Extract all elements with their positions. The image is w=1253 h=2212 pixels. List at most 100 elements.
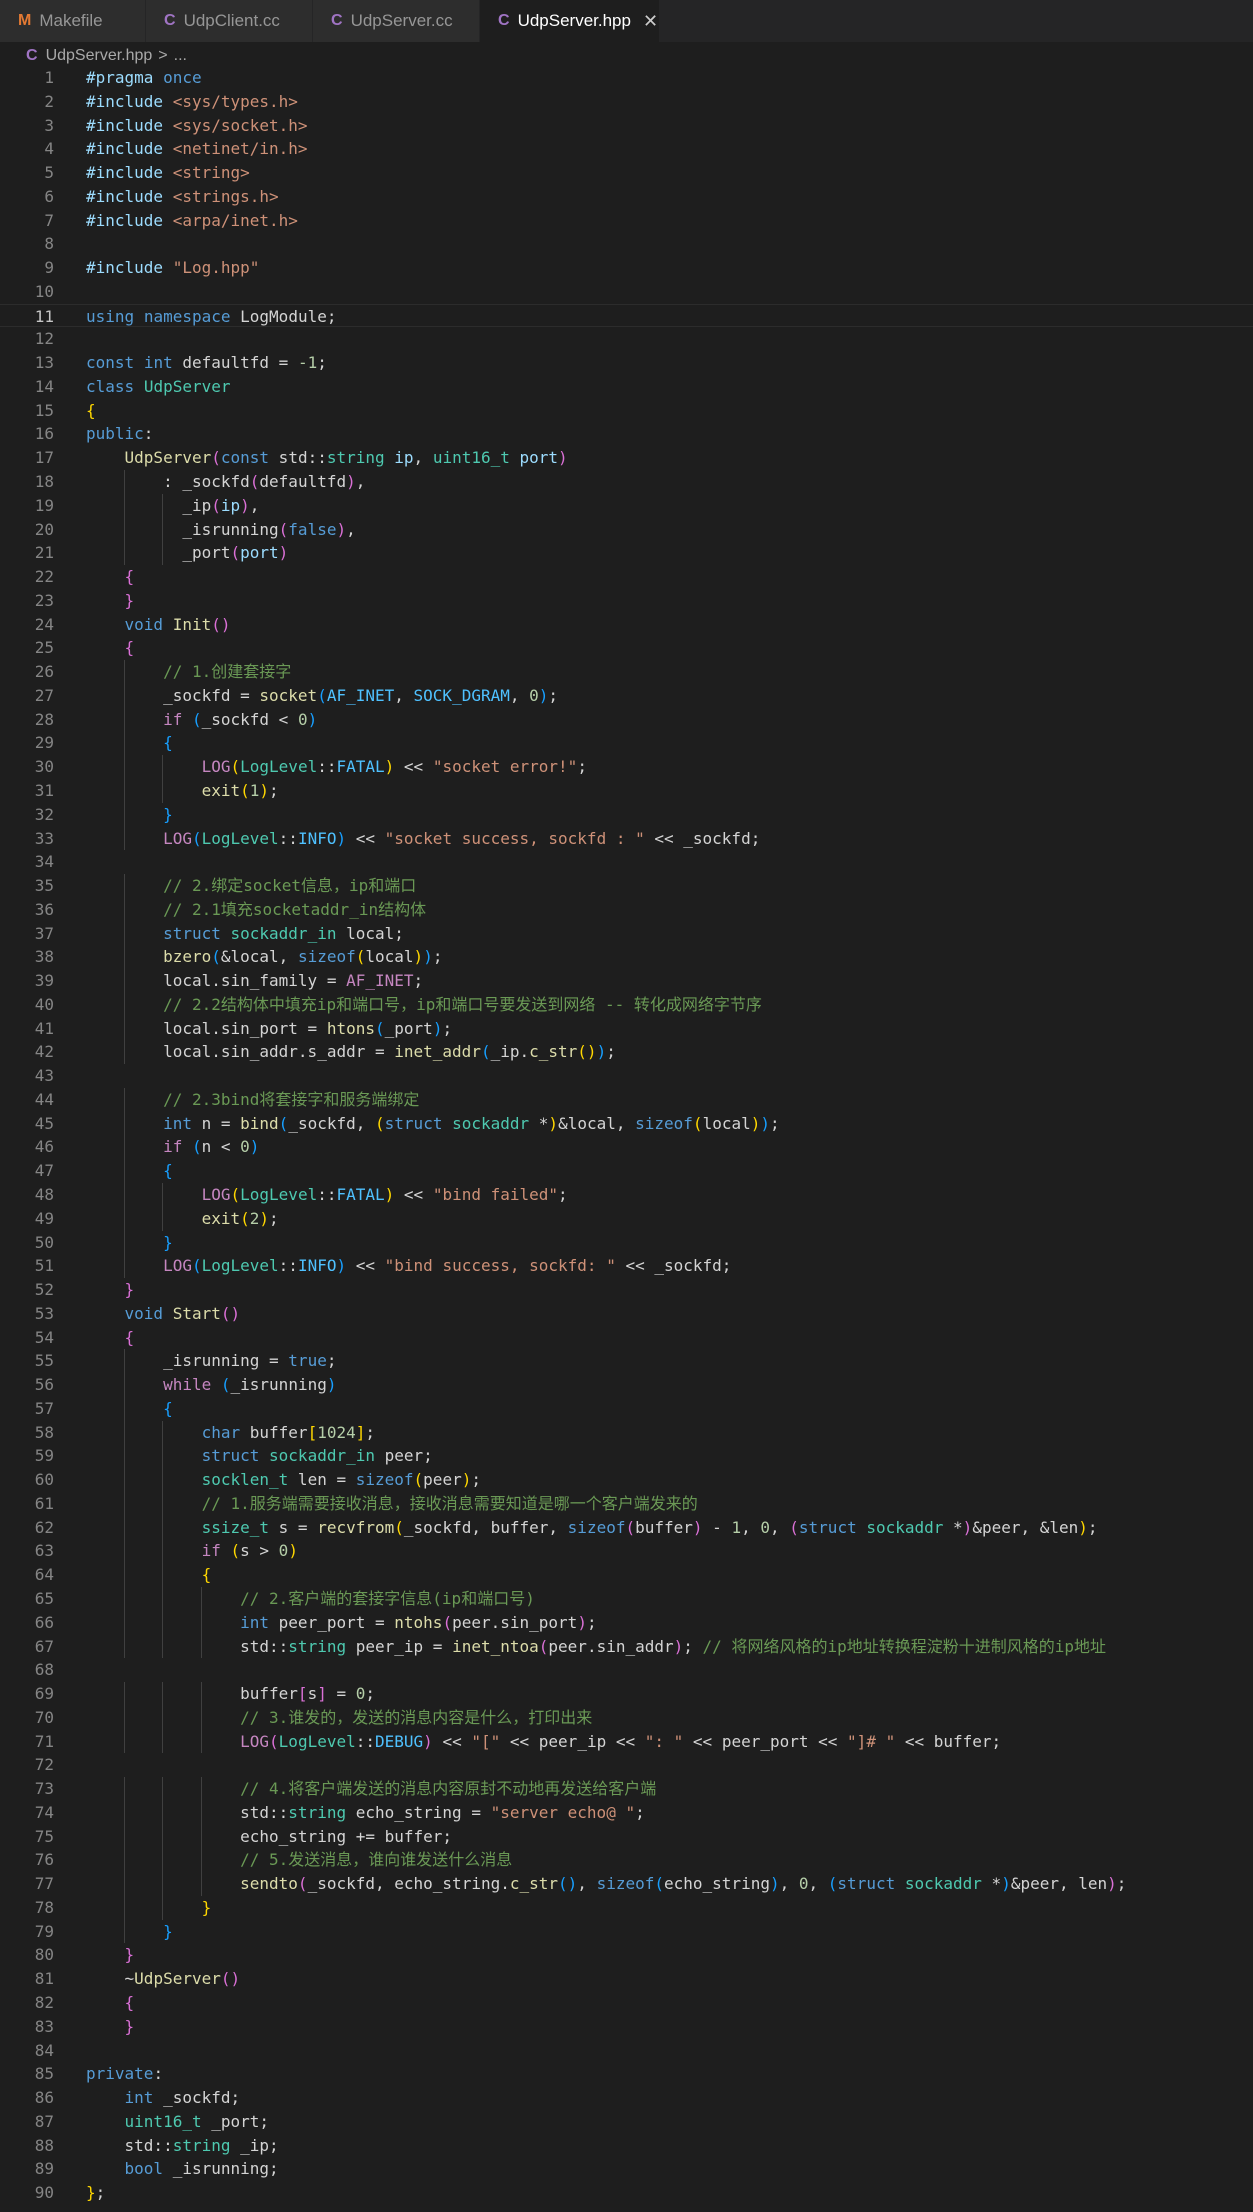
code-line[interactable]: 34 bbox=[0, 850, 1253, 874]
code-line[interactable]: 60 socklen_t len = sizeof(peer); bbox=[0, 1468, 1253, 1492]
code-line[interactable]: 33 LOG(LogLevel::INFO) << "socket succes… bbox=[0, 826, 1253, 851]
code-line[interactable]: 14 class UdpServer bbox=[0, 375, 1253, 399]
code-line[interactable]: 20 _isrunning(false), bbox=[0, 517, 1253, 542]
code-line[interactable]: 30 LOG(LogLevel::FATAL) << "socket error… bbox=[0, 755, 1253, 779]
code-line[interactable]: 10 bbox=[0, 280, 1253, 304]
breadcrumb-rest[interactable]: ... bbox=[174, 47, 187, 65]
code-line[interactable]: 62 ssize_t s = recvfrom(_sockfd, buffer,… bbox=[0, 1515, 1253, 1540]
tab-udpclient-cc[interactable]: C UdpClient.cc bbox=[146, 0, 313, 42]
code-line[interactable]: 55 _isrunning = true; bbox=[0, 1349, 1253, 1374]
code-line[interactable]: 21 _port(port) bbox=[0, 541, 1253, 566]
breadcrumb-file[interactable]: UdpServer.hpp bbox=[46, 47, 153, 65]
code-line[interactable]: 7 #include <arpa/inet.h> bbox=[0, 209, 1253, 233]
code-line[interactable]: 43 bbox=[0, 1064, 1253, 1088]
code-line[interactable]: 45 int n = bind(_sockfd, (struct sockadd… bbox=[0, 1111, 1253, 1136]
code-line[interactable]: 4 #include <netinet/in.h> bbox=[0, 137, 1253, 161]
code-line[interactable]: 16 public: bbox=[0, 422, 1253, 446]
code-line[interactable]: 1 #pragma once bbox=[0, 66, 1253, 90]
code-line[interactable]: 24 void Init() bbox=[0, 613, 1253, 637]
code-line[interactable]: 22 { bbox=[0, 565, 1253, 589]
code-line[interactable]: 80 } bbox=[0, 1943, 1253, 1967]
code-line[interactable]: 70 // 3.谁发的，发送的消息内容是什么，打印出来 bbox=[0, 1705, 1253, 1730]
code-line[interactable]: 87 uint16_t _port; bbox=[0, 2110, 1253, 2134]
code-line[interactable]: 79 } bbox=[0, 1919, 1253, 1944]
code-line[interactable]: 77 sendto(_sockfd, echo_string.c_str(), … bbox=[0, 1872, 1253, 1896]
code-line[interactable]: 83 } bbox=[0, 2015, 1253, 2039]
code-line[interactable]: 73 // 4.将客户端发送的消息内容原封不动地再发送给客户端 bbox=[0, 1777, 1253, 1801]
code-line[interactable]: 72 bbox=[0, 1753, 1253, 1777]
code-line[interactable]: 64 { bbox=[0, 1563, 1253, 1587]
code-line[interactable]: 65 // 2.客户端的套接字信息(ip和端口号) bbox=[0, 1587, 1253, 1611]
code-line[interactable]: 36 // 2.1填充socketaddr_in结构体 bbox=[0, 897, 1253, 922]
code-line[interactable]: 82 { bbox=[0, 1991, 1253, 2015]
code-line[interactable]: 6 #include <strings.h> bbox=[0, 185, 1253, 209]
code-line[interactable]: 23 } bbox=[0, 589, 1253, 613]
code-line[interactable]: 42 local.sin_addr.s_addr = inet_addr(_ip… bbox=[0, 1040, 1253, 1065]
code-line[interactable]: 74 std::string echo_string = "server ech… bbox=[0, 1800, 1253, 1825]
code-line[interactable]: 68 bbox=[0, 1658, 1253, 1682]
code-line[interactable]: 58 char buffer[1024]; bbox=[0, 1420, 1253, 1445]
code-line[interactable]: 66 int peer_port = ntohs(peer.sin_port); bbox=[0, 1610, 1253, 1635]
code-line[interactable]: 38 bzero(&local, sizeof(local)); bbox=[0, 945, 1253, 970]
code-line[interactable]: 67 std::string peer_ip = inet_ntoa(peer.… bbox=[0, 1634, 1253, 1659]
code-line[interactable]: 8 bbox=[0, 232, 1253, 256]
code-line[interactable]: 71 LOG(LogLevel::DEBUG) << "[" << peer_i… bbox=[0, 1729, 1253, 1754]
code-line[interactable]: 27 _sockfd = socket(AF_INET, SOCK_DGRAM,… bbox=[0, 683, 1253, 708]
code-line[interactable]: 49 exit(2); bbox=[0, 1206, 1253, 1231]
code-token: "[" bbox=[471, 1731, 501, 1751]
tab-udpserver-cc[interactable]: C UdpServer.cc bbox=[313, 0, 480, 42]
code-line[interactable]: 19 _ip(ip), bbox=[0, 493, 1253, 518]
code-line[interactable]: 17 UdpServer(const std::string ip, uint1… bbox=[0, 446, 1253, 470]
code-line[interactable]: 37 struct sockaddr_in local; bbox=[0, 921, 1253, 946]
code-line[interactable]: 39 local.sin_family = AF_INET; bbox=[0, 969, 1253, 993]
code-line[interactable]: 69 buffer[s] = 0; bbox=[0, 1682, 1253, 1706]
code-line[interactable]: 88 std::string _ip; bbox=[0, 2134, 1253, 2158]
code-line[interactable]: 86 int _sockfd; bbox=[0, 2086, 1253, 2110]
tab-makefile[interactable]: M Makefile bbox=[0, 0, 146, 42]
code-line[interactable]: 81 ~UdpServer() bbox=[0, 1967, 1253, 1991]
code-line[interactable]: 29 { bbox=[0, 731, 1253, 756]
code-line[interactable]: 63 if (s > 0) bbox=[0, 1539, 1253, 1564]
code-line[interactable]: 90}; bbox=[0, 2181, 1253, 2205]
code-line[interactable]: 54 { bbox=[0, 1326, 1253, 1350]
code-line[interactable]: 61 // 1.服务端需要接收消息，接收消息需要知道是哪一个客户端发来的 bbox=[0, 1491, 1253, 1516]
code-line[interactable]: 3 #include <sys/socket.h> bbox=[0, 114, 1253, 138]
code-line[interactable]: 53 void Start() bbox=[0, 1302, 1253, 1326]
code-line[interactable]: 76 // 5.发送消息，谁向谁发送什么消息 bbox=[0, 1848, 1253, 1873]
code-line[interactable]: 26 // 1.创建套接字 bbox=[0, 660, 1253, 684]
code-line[interactable]: 28 if (_sockfd < 0) bbox=[0, 707, 1253, 732]
code-line[interactable]: 59 struct sockaddr_in peer; bbox=[0, 1444, 1253, 1469]
code-line[interactable]: 11 using namespace LogModule; bbox=[0, 303, 1253, 328]
code-line[interactable]: 18 : _sockfd(defaultfd), bbox=[0, 470, 1253, 494]
code-line[interactable]: 31 exit(1); bbox=[0, 778, 1253, 803]
code-token: : _sockfd bbox=[86, 472, 250, 492]
code-line[interactable]: 51 LOG(LogLevel::INFO) << "bind success,… bbox=[0, 1254, 1253, 1279]
code-line[interactable]: 47 { bbox=[0, 1159, 1253, 1183]
code-line[interactable]: 32 } bbox=[0, 802, 1253, 827]
code-line[interactable]: 5 #include <string> bbox=[0, 161, 1253, 185]
code-line[interactable]: 89 bool _isrunning; bbox=[0, 2157, 1253, 2181]
code-line[interactable]: 56 while (_isrunning) bbox=[0, 1373, 1253, 1397]
code-line[interactable]: 44 // 2.3bind将套接字和服务端绑定 bbox=[0, 1087, 1253, 1112]
code-line[interactable]: 41 local.sin_port = htons(_port); bbox=[0, 1016, 1253, 1041]
code-line[interactable]: 52 } bbox=[0, 1278, 1253, 1302]
tab-udpserver-hpp[interactable]: C UdpServer.hpp ✕ bbox=[480, 0, 660, 42]
code-line[interactable]: 12 bbox=[0, 327, 1253, 351]
code-line[interactable]: 25 { bbox=[0, 636, 1253, 660]
code-line[interactable]: 75 echo_string += buffer; bbox=[0, 1824, 1253, 1849]
code-line[interactable]: 15 { bbox=[0, 399, 1253, 423]
code-line[interactable]: 40 // 2.2结构体中填充ip和端口号，ip和端口号要发送到网络 -- 转化… bbox=[0, 992, 1253, 1017]
code-line[interactable]: 13 const int defaultfd = -1; bbox=[0, 351, 1253, 375]
code-line[interactable]: 2 #include <sys/types.h> bbox=[0, 90, 1253, 114]
code-line[interactable]: 46 if (n < 0) bbox=[0, 1135, 1253, 1160]
code-line[interactable]: 85 private: bbox=[0, 2062, 1253, 2086]
code-line[interactable]: 84 bbox=[0, 2039, 1253, 2063]
close-icon[interactable]: ✕ bbox=[643, 11, 658, 32]
code-line[interactable]: 57 { bbox=[0, 1396, 1253, 1421]
code-line[interactable]: 9 #include "Log.hpp" bbox=[0, 256, 1253, 280]
code-line[interactable]: 48 LOG(LogLevel::FATAL) << "bind failed"… bbox=[0, 1182, 1253, 1207]
code-editor[interactable]: 1 #pragma once 2 #include <sys/types.h> 3 #in… bbox=[0, 66, 1253, 2205]
code-line[interactable]: 50 } bbox=[0, 1230, 1253, 1255]
code-line[interactable]: 35 // 2.绑定socket信息，ip和端口 bbox=[0, 874, 1253, 898]
code-line[interactable]: 78 } bbox=[0, 1895, 1253, 1920]
